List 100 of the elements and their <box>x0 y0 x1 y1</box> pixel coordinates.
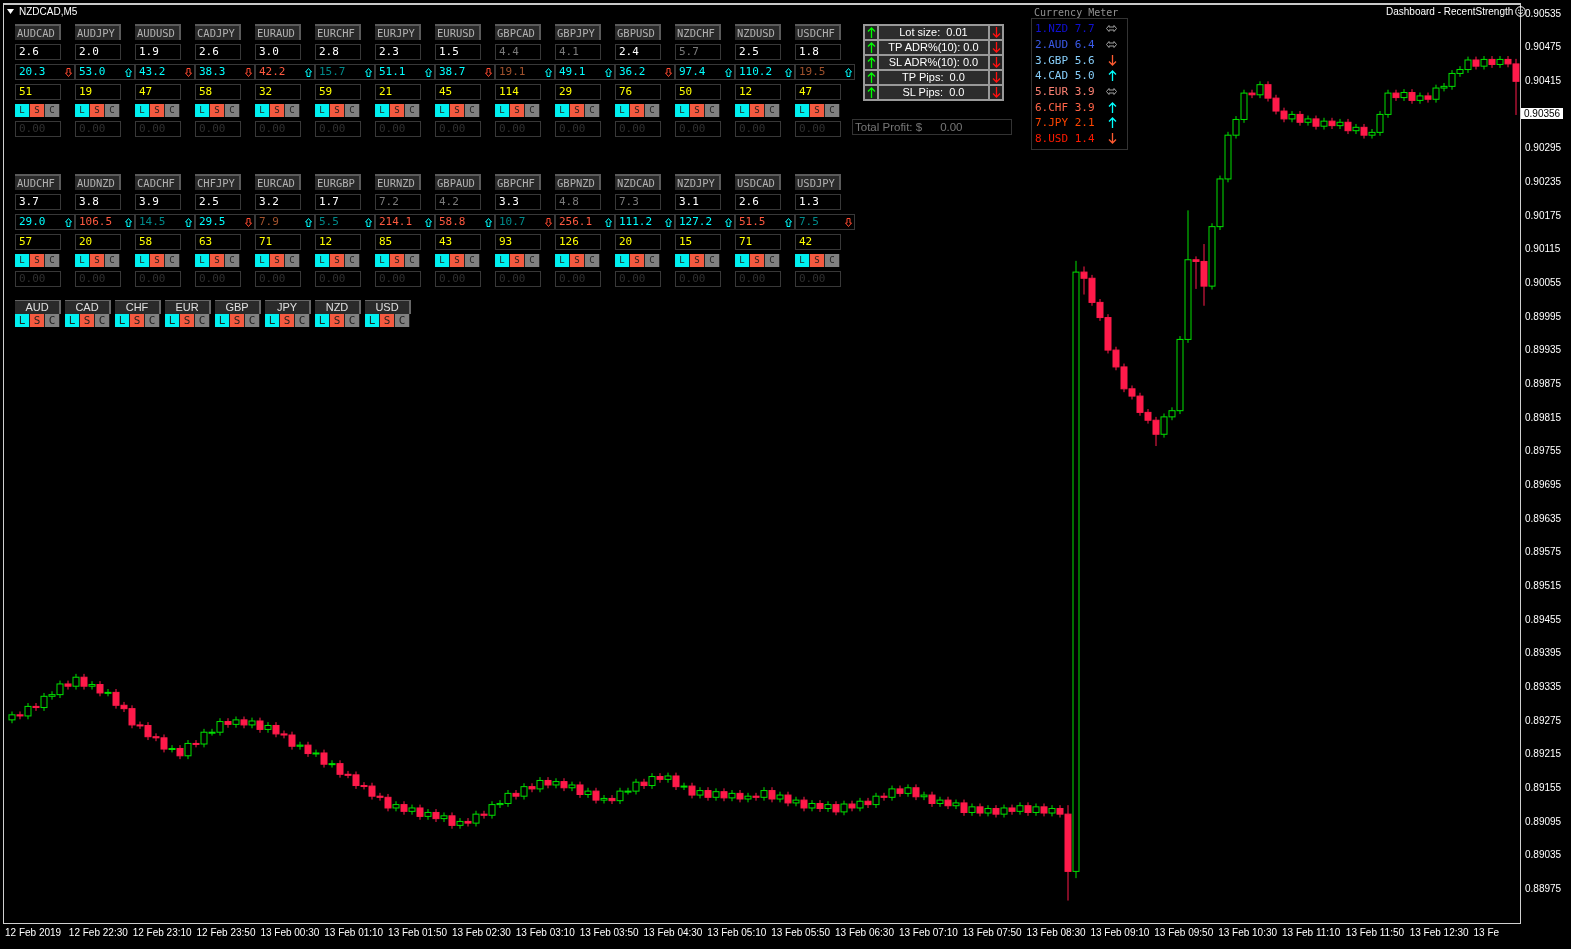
trade-button[interactable]: S <box>210 254 225 267</box>
trade-button[interactable]: C <box>765 104 780 117</box>
trade-button[interactable]: S <box>130 314 145 327</box>
trade-button[interactable]: C <box>525 254 540 267</box>
trade-button[interactable]: C <box>525 104 540 117</box>
trade-button[interactable]: C <box>405 104 420 117</box>
trade-button[interactable]: L <box>65 314 80 327</box>
trade-button[interactable]: C <box>345 314 360 327</box>
trade-button[interactable]: C <box>45 254 60 267</box>
trade-button[interactable]: S <box>510 254 525 267</box>
trade-button[interactable]: S <box>150 104 165 117</box>
trade-button[interactable]: S <box>330 314 345 327</box>
trade-button[interactable]: S <box>270 254 285 267</box>
trade-button[interactable]: S <box>230 314 245 327</box>
trade-button[interactable]: L <box>215 314 230 327</box>
trade-button[interactable]: S <box>630 104 645 117</box>
trade-button[interactable]: S <box>30 254 45 267</box>
trade-button[interactable]: S <box>80 314 95 327</box>
trade-button[interactable]: S <box>90 104 105 117</box>
trade-button[interactable]: S <box>510 104 525 117</box>
trade-button[interactable]: S <box>690 254 705 267</box>
trade-button[interactable]: L <box>255 254 270 267</box>
trade-button[interactable]: L <box>735 104 750 117</box>
trade-button[interactable]: S <box>390 254 405 267</box>
trade-button[interactable]: L <box>495 254 510 267</box>
trade-button[interactable]: C <box>705 254 720 267</box>
trade-button[interactable]: S <box>570 254 585 267</box>
trade-button[interactable]: C <box>95 314 110 327</box>
trade-button[interactable]: S <box>90 254 105 267</box>
trade-button[interactable]: S <box>630 254 645 267</box>
trade-button[interactable]: C <box>105 104 120 117</box>
trade-button[interactable]: L <box>115 314 130 327</box>
trade-button[interactable]: L <box>75 104 90 117</box>
trade-button[interactable]: L <box>375 104 390 117</box>
trade-button[interactable]: L <box>435 254 450 267</box>
trade-button[interactable]: L <box>495 104 510 117</box>
trade-button[interactable]: S <box>150 254 165 267</box>
trade-button[interactable]: C <box>405 254 420 267</box>
trade-button[interactable]: L <box>375 254 390 267</box>
trade-button[interactable]: L <box>675 254 690 267</box>
trade-button[interactable]: C <box>345 104 360 117</box>
trade-button[interactable]: C <box>195 314 210 327</box>
trade-button[interactable]: L <box>165 314 180 327</box>
trade-button[interactable]: L <box>195 104 210 117</box>
trade-button[interactable]: S <box>390 104 405 117</box>
trade-button[interactable]: C <box>345 254 360 267</box>
trade-button[interactable]: L <box>615 104 630 117</box>
trade-button[interactable]: L <box>555 104 570 117</box>
trade-button[interactable]: L <box>555 254 570 267</box>
trade-button[interactable]: S <box>810 104 825 117</box>
trade-button[interactable]: C <box>395 314 410 327</box>
trade-button[interactable]: L <box>675 104 690 117</box>
trade-button[interactable]: L <box>265 314 280 327</box>
trade-button[interactable]: L <box>615 254 630 267</box>
trade-button[interactable]: L <box>735 254 750 267</box>
trade-button[interactable]: S <box>330 104 345 117</box>
trade-button[interactable]: L <box>135 254 150 267</box>
trade-button[interactable]: C <box>465 254 480 267</box>
trade-button[interactable]: S <box>750 104 765 117</box>
trade-button[interactable]: C <box>45 314 60 327</box>
trade-button[interactable]: C <box>295 314 310 327</box>
trade-button[interactable]: C <box>585 254 600 267</box>
trade-button[interactable]: L <box>15 314 30 327</box>
trade-button[interactable]: L <box>435 104 450 117</box>
trade-button[interactable]: C <box>765 254 780 267</box>
trade-button[interactable]: C <box>465 104 480 117</box>
trade-button[interactable]: C <box>705 104 720 117</box>
trade-button[interactable]: L <box>255 104 270 117</box>
trade-button[interactable]: S <box>810 254 825 267</box>
trade-button[interactable]: L <box>195 254 210 267</box>
trade-button[interactable]: C <box>225 104 240 117</box>
trade-button[interactable]: S <box>450 104 465 117</box>
trade-button[interactable]: S <box>280 314 295 327</box>
trade-button[interactable]: C <box>165 254 180 267</box>
trade-button[interactable]: L <box>795 254 810 267</box>
trade-button[interactable]: C <box>285 104 300 117</box>
trade-button[interactable]: S <box>450 254 465 267</box>
trade-button[interactable]: L <box>75 254 90 267</box>
trade-button[interactable]: C <box>45 104 60 117</box>
trade-button[interactable]: C <box>285 254 300 267</box>
trade-button[interactable]: C <box>245 314 260 327</box>
trade-button[interactable]: S <box>210 104 225 117</box>
trade-button[interactable]: S <box>330 254 345 267</box>
trade-button[interactable]: S <box>750 254 765 267</box>
trade-button[interactable]: C <box>145 314 160 327</box>
trade-button[interactable]: L <box>365 314 380 327</box>
trade-button[interactable]: L <box>15 254 30 267</box>
trade-button[interactable]: C <box>825 254 840 267</box>
trade-button[interactable]: S <box>270 104 285 117</box>
trade-button[interactable]: L <box>135 104 150 117</box>
trade-button[interactable]: L <box>795 104 810 117</box>
trade-button[interactable]: L <box>315 104 330 117</box>
trade-button[interactable]: S <box>570 104 585 117</box>
trade-button[interactable]: C <box>645 104 660 117</box>
trade-button[interactable]: C <box>105 254 120 267</box>
trade-button[interactable]: C <box>825 104 840 117</box>
trade-button[interactable]: L <box>315 314 330 327</box>
trade-button[interactable]: C <box>585 104 600 117</box>
trade-button[interactable]: C <box>165 104 180 117</box>
trade-button[interactable]: L <box>315 254 330 267</box>
